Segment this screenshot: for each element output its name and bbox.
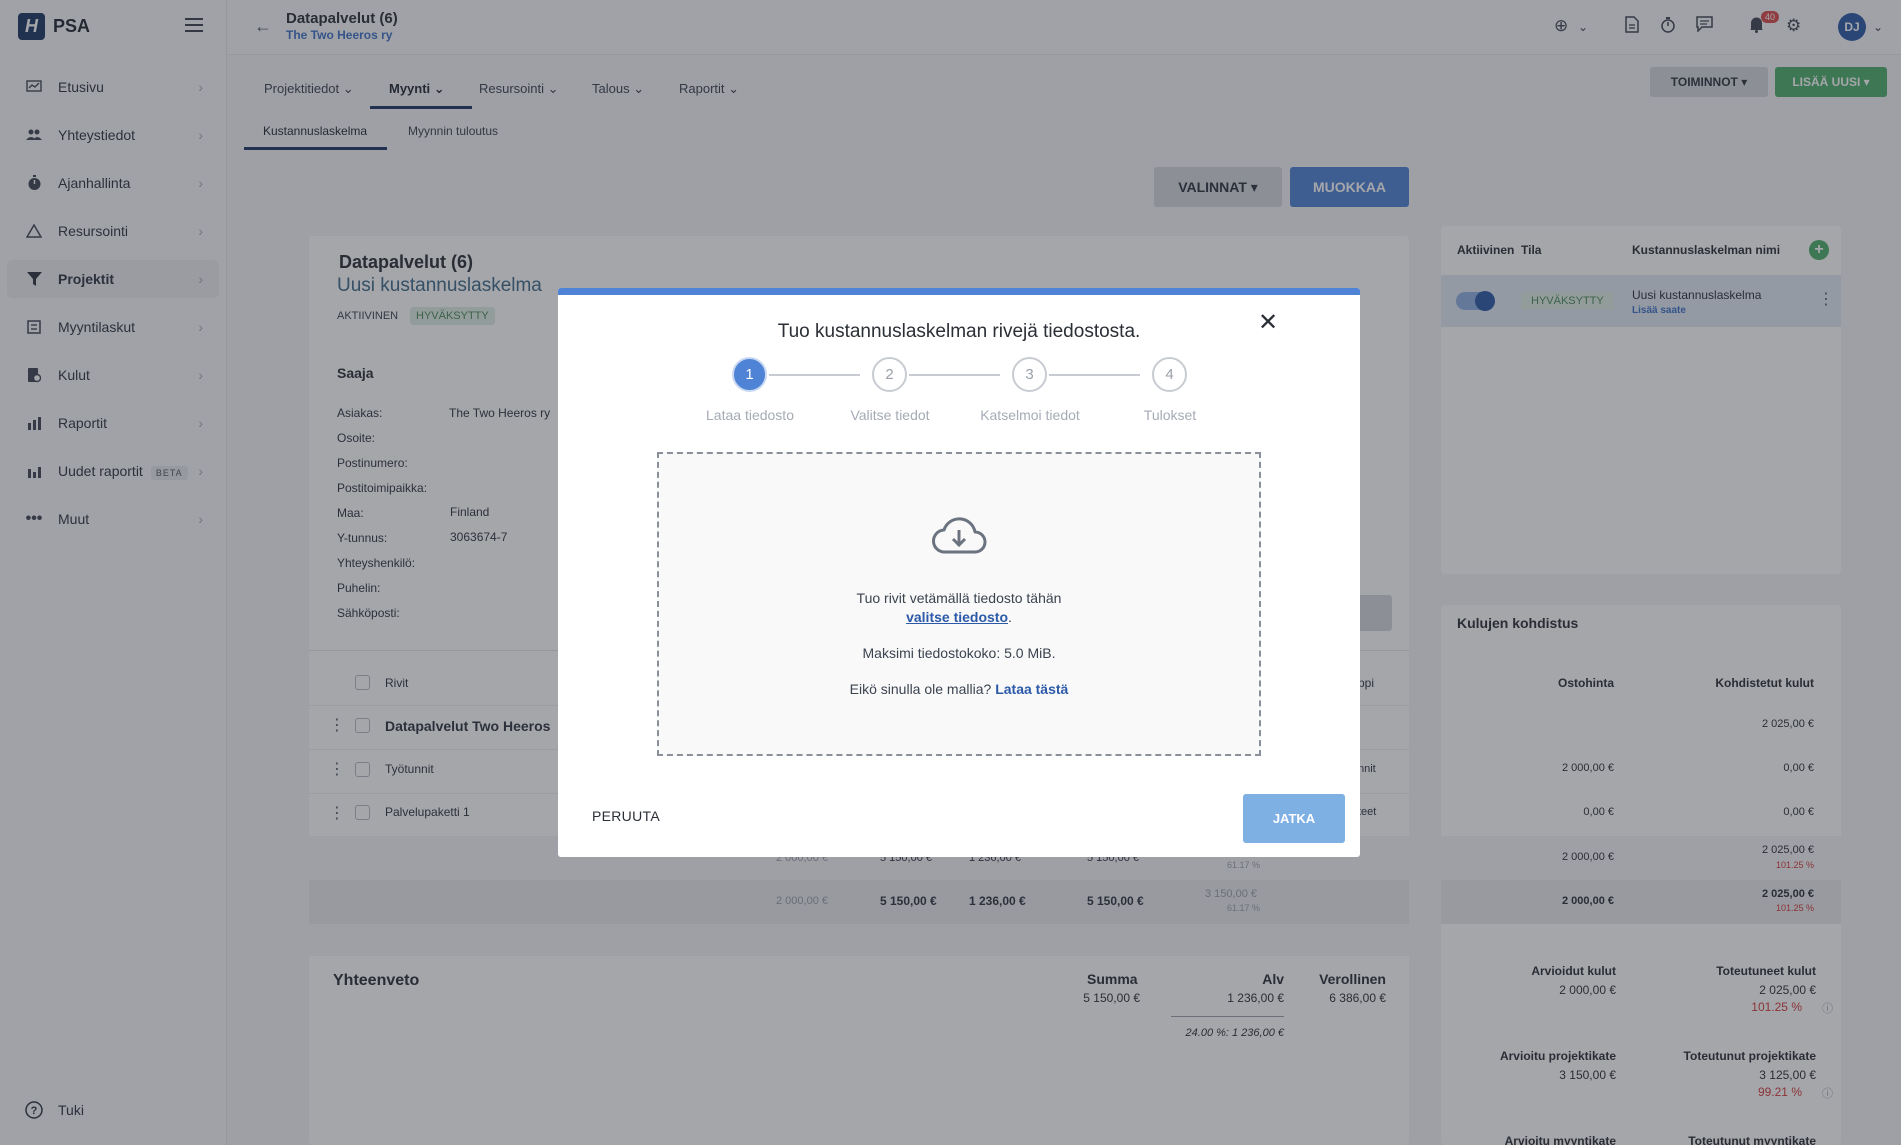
close-icon[interactable]: ✕ xyxy=(1258,308,1278,337)
step-1-label: Lataa tiedosto xyxy=(706,407,794,423)
step-2-label: Valitse tiedot xyxy=(850,407,930,423)
step-3-label: Katselmoi tiedot xyxy=(980,407,1080,423)
step-1-circle: 1 xyxy=(732,357,767,392)
import-rows-modal: Tuo kustannuslaskelman rivejä tiedostost… xyxy=(558,288,1360,857)
download-template-link[interactable]: Lataa tästä xyxy=(995,681,1068,697)
step-3-circle: 3 xyxy=(1012,357,1047,392)
modal-accent-bar xyxy=(558,288,1360,295)
cloud-download-icon xyxy=(931,516,987,559)
step-connector xyxy=(769,374,860,376)
choose-file-link[interactable]: valitse tiedosto xyxy=(906,609,1008,625)
drop-instructions: Tuo rivit vetämällä tiedosto tähän xyxy=(856,590,1062,606)
file-dropzone[interactable]: Tuo rivit vetämällä tiedosto tähän valit… xyxy=(657,452,1261,756)
step-2-circle: 2 xyxy=(872,357,907,392)
max-file-size: Maksimi tiedostokoko: 5.0 MiB. xyxy=(862,645,1056,661)
modal-title: Tuo kustannuslaskelman rivejä tiedostost… xyxy=(777,321,1141,342)
step-connector xyxy=(1049,374,1140,376)
no-template-text: Eikö sinulla ole mallia? xyxy=(849,681,992,697)
step-connector xyxy=(909,374,1000,376)
step-4-circle: 4 xyxy=(1152,357,1187,392)
cancel-button[interactable]: PERUUTA xyxy=(592,808,660,824)
next-button[interactable]: JATKA xyxy=(1243,794,1345,843)
step-4-label: Tulokset xyxy=(1143,407,1197,423)
